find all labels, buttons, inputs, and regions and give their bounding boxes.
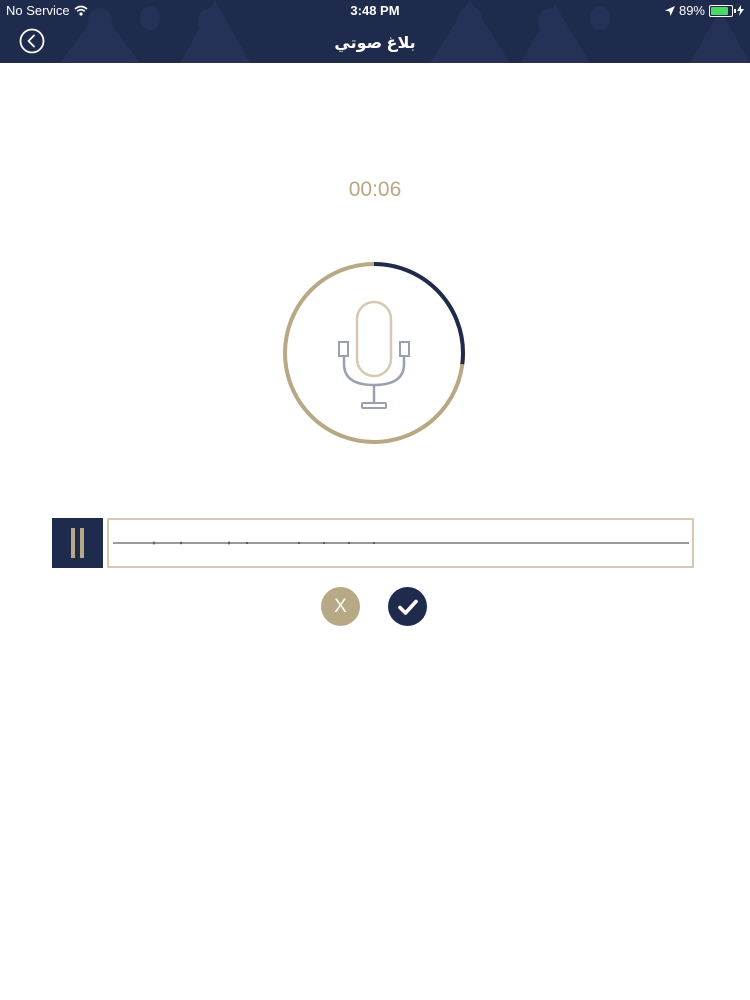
- status-right: 89%: [664, 3, 744, 18]
- page-title: بلاغ صوتي: [334, 35, 416, 52]
- clock: 3:48 PM: [350, 3, 400, 18]
- confirm-button[interactable]: [388, 587, 427, 626]
- record-button[interactable]: [281, 260, 467, 446]
- location-arrow-icon: [664, 5, 675, 16]
- checkmark-icon: [397, 599, 418, 615]
- pause-icon-bar-left: [71, 528, 75, 558]
- audio-player: [52, 518, 694, 568]
- pause-icon-bar-right: [80, 528, 84, 558]
- microphone-icon: [338, 300, 410, 409]
- action-buttons: X: [321, 587, 431, 627]
- battery-icon: [709, 4, 736, 17]
- waveform: [113, 541, 689, 545]
- pause-button[interactable]: [52, 518, 103, 568]
- cancel-button[interactable]: X: [321, 587, 360, 626]
- cancel-label: X: [334, 595, 347, 617]
- record-progress-ring: [283, 262, 465, 444]
- navigation-header: No Service 3:48 PM 89% بلاغ صوتي: [0, 0, 750, 63]
- waveform-display[interactable]: [107, 518, 694, 568]
- battery-level-fill: [711, 6, 729, 15]
- status-bar: No Service 3:48 PM 89%: [0, 0, 750, 20]
- charging-bolt-icon: [737, 5, 744, 16]
- battery-cap: [734, 8, 736, 13]
- elapsed-timer: 00:06: [348, 178, 402, 201]
- battery-percent: 89%: [678, 3, 705, 18]
